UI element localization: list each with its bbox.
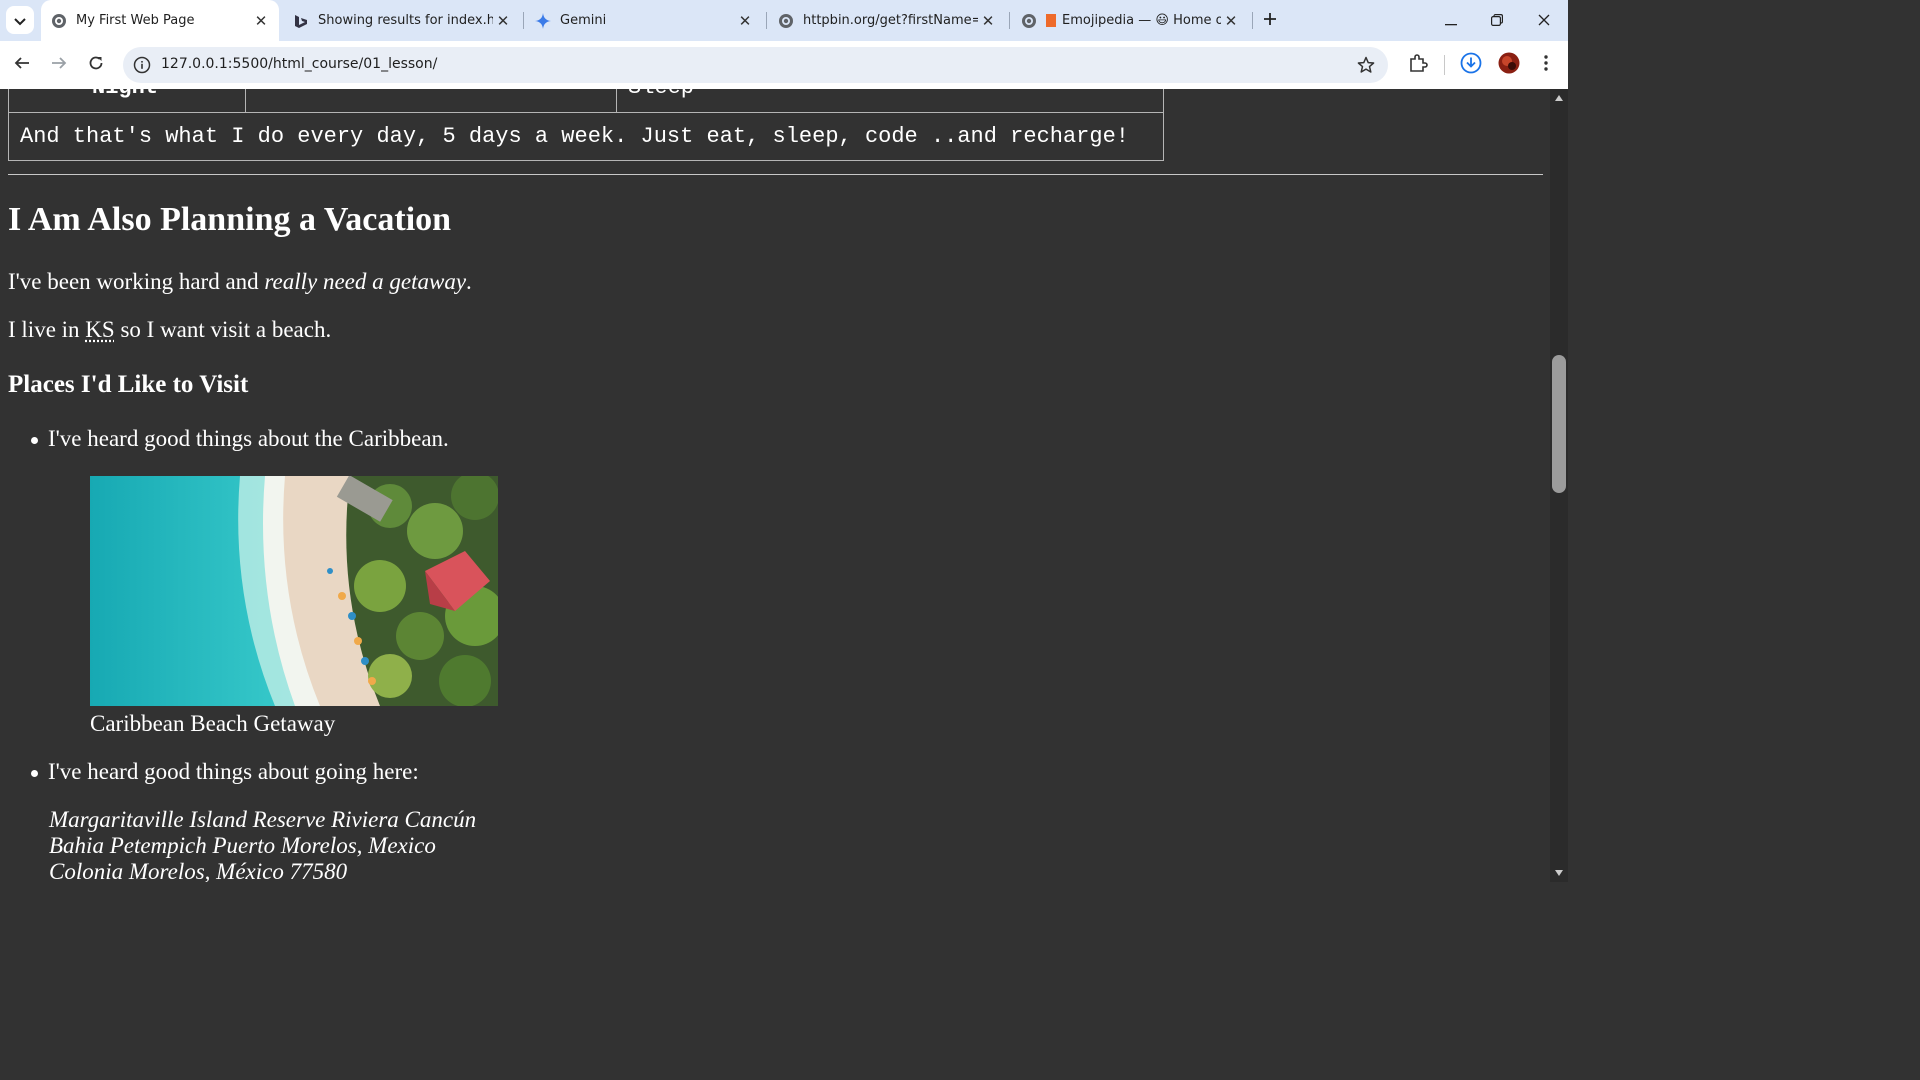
address-line: Margaritaville Island Reserve Riviera Ca… — [49, 807, 477, 832]
reload-icon — [88, 55, 104, 75]
table-border — [616, 89, 617, 113]
minimize-icon — [1445, 11, 1457, 30]
table-border — [8, 112, 1164, 113]
tab-separator — [523, 12, 524, 29]
location-paragraph: I live in KS so I want visit a beach. — [8, 317, 331, 343]
arrow-left-icon — [14, 55, 30, 75]
close-tab-icon[interactable]: ✕ — [493, 11, 513, 31]
globe-icon — [1021, 13, 1037, 29]
tab-separator — [1009, 12, 1010, 29]
close-tab-icon[interactable]: ✕ — [1221, 11, 1241, 31]
list-item-resort: I've heard good things about going here: — [48, 759, 419, 784]
tab-search-button[interactable] — [6, 6, 34, 34]
tab-title: Gemini — [560, 13, 607, 28]
scroll-down-arrow-icon[interactable] — [1554, 868, 1564, 878]
minimize-button[interactable] — [1428, 0, 1474, 41]
table-row-label-night: Night — [92, 89, 158, 100]
puzzle-icon — [1408, 53, 1428, 77]
arrow-right-icon — [51, 55, 67, 75]
reload-button[interactable] — [83, 52, 109, 78]
close-window-button[interactable] — [1521, 0, 1567, 41]
getaway-paragraph: I've been working hard and really need a… — [8, 269, 472, 295]
paragraph-text: so I want visit a beach. — [114, 317, 332, 342]
bing-icon — [293, 13, 309, 29]
close-icon — [1538, 11, 1550, 30]
vacation-heading: I Am Also Planning a Vacation — [8, 201, 452, 238]
scroll-up-arrow-icon[interactable] — [1554, 93, 1564, 103]
site-info-icon[interactable] — [133, 56, 151, 74]
tab-emojipedia[interactable]: Emojipedia — 😃 Home of ✕ — [1011, 0, 1249, 41]
tab-strip: My First Web Page ✕ Showing results for … — [0, 0, 1568, 41]
list-bullet — [31, 770, 38, 777]
new-tab-button[interactable] — [1258, 8, 1282, 32]
more-vert-icon — [1544, 55, 1548, 75]
download-icon — [1460, 52, 1482, 78]
gemini-sparkle-icon — [535, 12, 551, 29]
back-button[interactable] — [9, 52, 35, 78]
avatar — [1498, 52, 1520, 78]
browser-menu-button[interactable] — [1534, 53, 1558, 77]
emojipedia-icon — [1046, 14, 1056, 27]
close-tab-icon[interactable]: ✕ — [735, 11, 755, 31]
list-bullet — [31, 437, 38, 444]
globe-icon — [778, 13, 794, 29]
plus-icon — [1263, 11, 1277, 30]
table-footer-text: And that's what I do every day, 5 days a… — [20, 124, 1129, 149]
restore-icon — [1491, 11, 1503, 30]
tab-bing-search[interactable]: Showing results for index.html ✕ — [283, 0, 521, 41]
tab-separator — [766, 12, 767, 29]
page-viewport: Night Sleep And that's what I do every d… — [0, 89, 1550, 882]
caribbean-beach-image — [90, 476, 498, 706]
image-caption: Caribbean Beach Getaway — [90, 711, 336, 736]
restore-button[interactable] — [1474, 0, 1520, 41]
paragraph-text: . — [466, 269, 472, 294]
table-cell-sleep: Sleep — [628, 89, 694, 100]
close-tab-icon[interactable]: ✕ — [978, 11, 998, 31]
address-bar[interactable]: 127.0.0.1:5500/html_course/01_lesson/ — [123, 47, 1388, 83]
tab-title: My First Web Page — [76, 13, 195, 28]
globe-icon — [51, 13, 67, 29]
forward-button[interactable] — [46, 52, 72, 78]
chevron-down-icon — [14, 11, 26, 30]
toolbar-separator — [1444, 55, 1445, 75]
paragraph-text: I've been working hard and — [8, 269, 265, 294]
list-item-caribbean: I've heard good things about the Caribbe… — [48, 426, 449, 451]
table-border — [8, 89, 9, 161]
profile-button[interactable] — [1497, 52, 1521, 78]
tab-title: Emojipedia — 😃 Home of — [1062, 13, 1221, 28]
tab-title: Showing results for index.html — [318, 13, 493, 28]
horizontal-rule — [8, 174, 1543, 175]
address-line: Bahia Petempich Puerto Morelos, Mexico — [49, 833, 436, 858]
paragraph-text: I live in — [8, 317, 86, 342]
tab-separator — [1252, 12, 1253, 29]
url-text[interactable]: 127.0.0.1:5500/html_course/01_lesson/ — [161, 56, 437, 72]
resort-address: Margaritaville Island Reserve Riviera Ca… — [49, 807, 476, 882]
address-line: Colonia Morelos, México 77580 — [49, 859, 348, 882]
emphasis-text: really need a getaway — [264, 269, 467, 294]
table-border — [1163, 89, 1164, 161]
page-scrollbar[interactable] — [1550, 89, 1568, 882]
browser-toolbar: 127.0.0.1:5500/html_course/01_lesson/ — [0, 41, 1568, 89]
scrollbar-thumb[interactable] — [1552, 355, 1566, 493]
table-border — [245, 89, 246, 113]
tab-httpbin[interactable]: httpbin.org/get?firstName=b&l ✕ — [768, 0, 1006, 41]
tab-title: httpbin.org/get?firstName=b&l — [803, 13, 978, 28]
bookmark-star-icon[interactable] — [1356, 55, 1376, 75]
tab-gemini[interactable]: Gemini ✕ — [525, 0, 763, 41]
places-heading: Places I'd Like to Visit — [8, 371, 249, 398]
table-border — [8, 160, 1164, 161]
extensions-button[interactable] — [1406, 53, 1430, 77]
close-tab-icon[interactable]: ✕ — [251, 11, 271, 31]
tab-my-first-web-page[interactable]: My First Web Page ✕ — [41, 0, 279, 41]
state-abbreviation[interactable]: KS — [85, 317, 114, 342]
downloads-button[interactable] — [1459, 52, 1483, 78]
